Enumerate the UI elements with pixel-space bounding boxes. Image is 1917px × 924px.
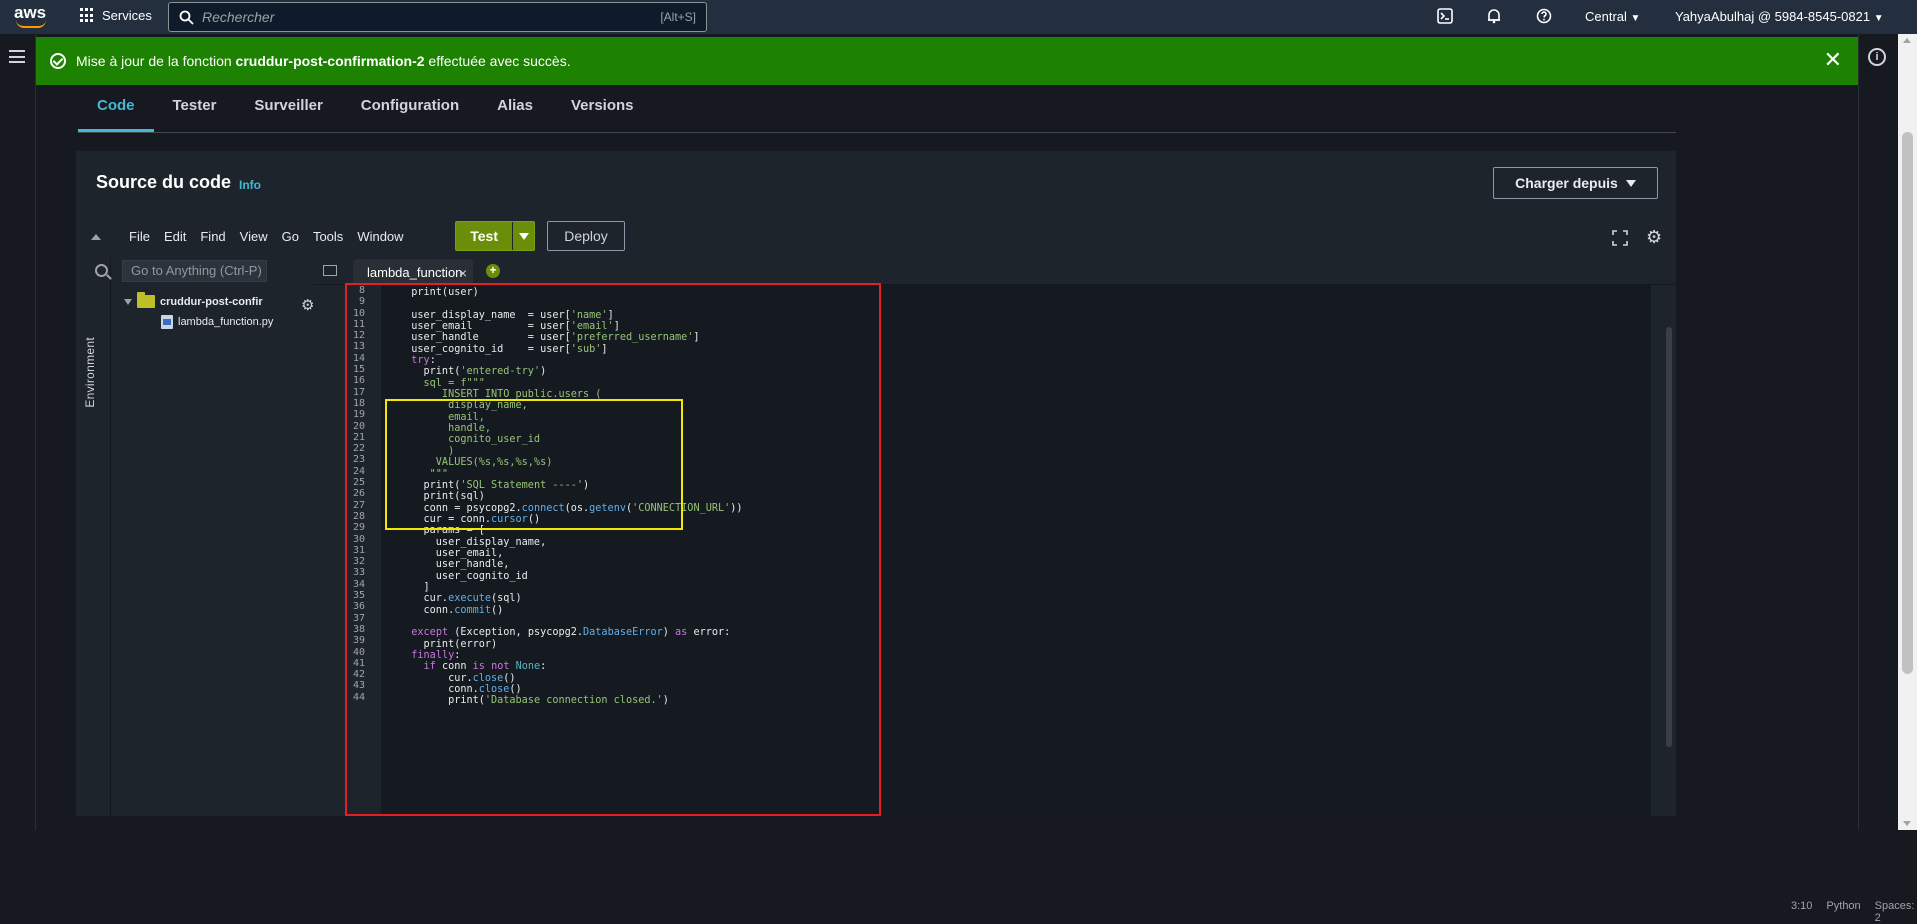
help-icon[interactable] <box>1535 8 1553 26</box>
info-link[interactable]: Info <box>239 178 261 192</box>
services-menu-button[interactable]: Services <box>80 8 152 23</box>
editor-scrollbar[interactable] <box>1666 327 1672 747</box>
close-icon[interactable]: ✕ <box>1824 49 1842 71</box>
menu-window[interactable]: Window <box>350 229 410 244</box>
flash-message: Mise à jour de la fonction cruddur-post-… <box>76 53 571 69</box>
preferences-gear-icon[interactable]: ⚙ <box>1646 227 1662 248</box>
editor-tab[interactable]: lambda_function × <box>353 259 473 285</box>
bottom-margin <box>76 816 1676 830</box>
yellow-highlight-box <box>385 399 683 530</box>
scrollbar-thumb[interactable] <box>1902 132 1913 674</box>
editor-statusbar: 3:10 Python Spaces: 2 ⚙ <box>1791 900 1917 924</box>
editor-tabbar: lambda_function × + <box>313 257 1676 285</box>
hamburger-menu-icon[interactable] <box>9 50 25 63</box>
menu-edit[interactable]: Edit <box>157 229 193 244</box>
info-panel-icon[interactable]: i <box>1868 48 1886 66</box>
tab-versions[interactable]: Versions <box>552 86 653 132</box>
aws-logo[interactable]: aws <box>14 4 48 29</box>
panel-title: Source du code <box>96 172 232 192</box>
menu-file[interactable]: File <box>122 229 157 244</box>
global-search[interactable]: [Alt+S] <box>168 2 707 32</box>
services-label: Services <box>102 8 152 23</box>
tab-menu-icon[interactable] <box>323 265 337 276</box>
cursor-position[interactable]: 3:10 <box>1791 900 1812 924</box>
page-scrollbar[interactable] <box>1898 34 1917 830</box>
test-dropdown-icon[interactable] <box>512 222 534 250</box>
ide-menubar: File Edit Find View Go Tools Window Test… <box>76 218 1676 256</box>
tab-surveiller[interactable]: Surveiller <box>235 86 341 132</box>
indent-setting[interactable]: Spaces: 2 <box>1875 900 1915 924</box>
success-flash-banner: Mise à jour de la fonction cruddur-post-… <box>36 37 1858 85</box>
file-label: lambda_function.py <box>178 316 274 328</box>
file-tree: Go to Anything (Ctrl-P) cruddur-post-con… <box>95 257 322 816</box>
bell-icon[interactable] <box>1485 8 1503 26</box>
test-button-label[interactable]: Test <box>456 222 512 250</box>
search-shortcut: [Alt+S] <box>660 10 696 24</box>
grid-icon <box>80 8 95 23</box>
region-selector[interactable]: Central ▼ <box>1585 9 1640 24</box>
folder-item[interactable]: cruddur-post-confir <box>124 292 263 308</box>
deploy-button[interactable]: Deploy <box>547 221 625 251</box>
folder-icon <box>137 292 155 308</box>
add-tab-icon[interactable]: + <box>486 264 500 278</box>
dropdown-caret-icon <box>1625 179 1636 187</box>
menu-find[interactable]: Find <box>193 229 232 244</box>
collapse-arrow-icon[interactable] <box>91 234 101 240</box>
go-to-anything-input[interactable]: Go to Anything (Ctrl-P) <box>95 260 267 282</box>
search-input[interactable] <box>202 9 622 25</box>
tab-alias[interactable]: Alias <box>478 86 552 132</box>
function-tabs: Code Tester Surveiller Configuration Ali… <box>78 86 653 132</box>
menu-go[interactable]: Go <box>275 229 306 244</box>
right-help-strip <box>1858 34 1898 830</box>
fullscreen-icon[interactable] <box>1612 230 1628 246</box>
tab-configuration[interactable]: Configuration <box>342 86 478 132</box>
upload-from-button[interactable]: Charger depuis <box>1493 167 1658 199</box>
cloudshell-icon[interactable] <box>1436 8 1454 26</box>
environment-sidebar: Environment <box>76 257 111 816</box>
menu-tools[interactable]: Tools <box>306 229 350 244</box>
python-file-icon <box>161 315 173 329</box>
red-highlight-box <box>345 283 881 816</box>
top-navigation-bar: aws Services [Alt+S] Central ▼ YahyaAbul… <box>0 0 1917 34</box>
search-icon <box>95 264 108 277</box>
test-button[interactable]: Test <box>455 221 535 251</box>
language-mode[interactable]: Python <box>1826 900 1860 924</box>
tab-code[interactable]: Code <box>78 86 154 132</box>
tabs-divider <box>78 132 1676 133</box>
left-nav-strip <box>0 34 36 830</box>
success-check-icon <box>50 53 66 69</box>
folder-label: cruddur-post-confir <box>160 295 263 308</box>
file-item[interactable]: lambda_function.py <box>161 315 273 329</box>
menu-view[interactable]: View <box>233 229 275 244</box>
environment-tab[interactable]: Environment <box>83 337 97 408</box>
tab-tester[interactable]: Tester <box>154 86 236 132</box>
account-menu[interactable]: YahyaAbulhaj @ 5984-8545-0821 ▼ <box>1675 9 1884 24</box>
expand-caret-icon[interactable] <box>124 298 132 305</box>
search-icon <box>179 10 194 25</box>
